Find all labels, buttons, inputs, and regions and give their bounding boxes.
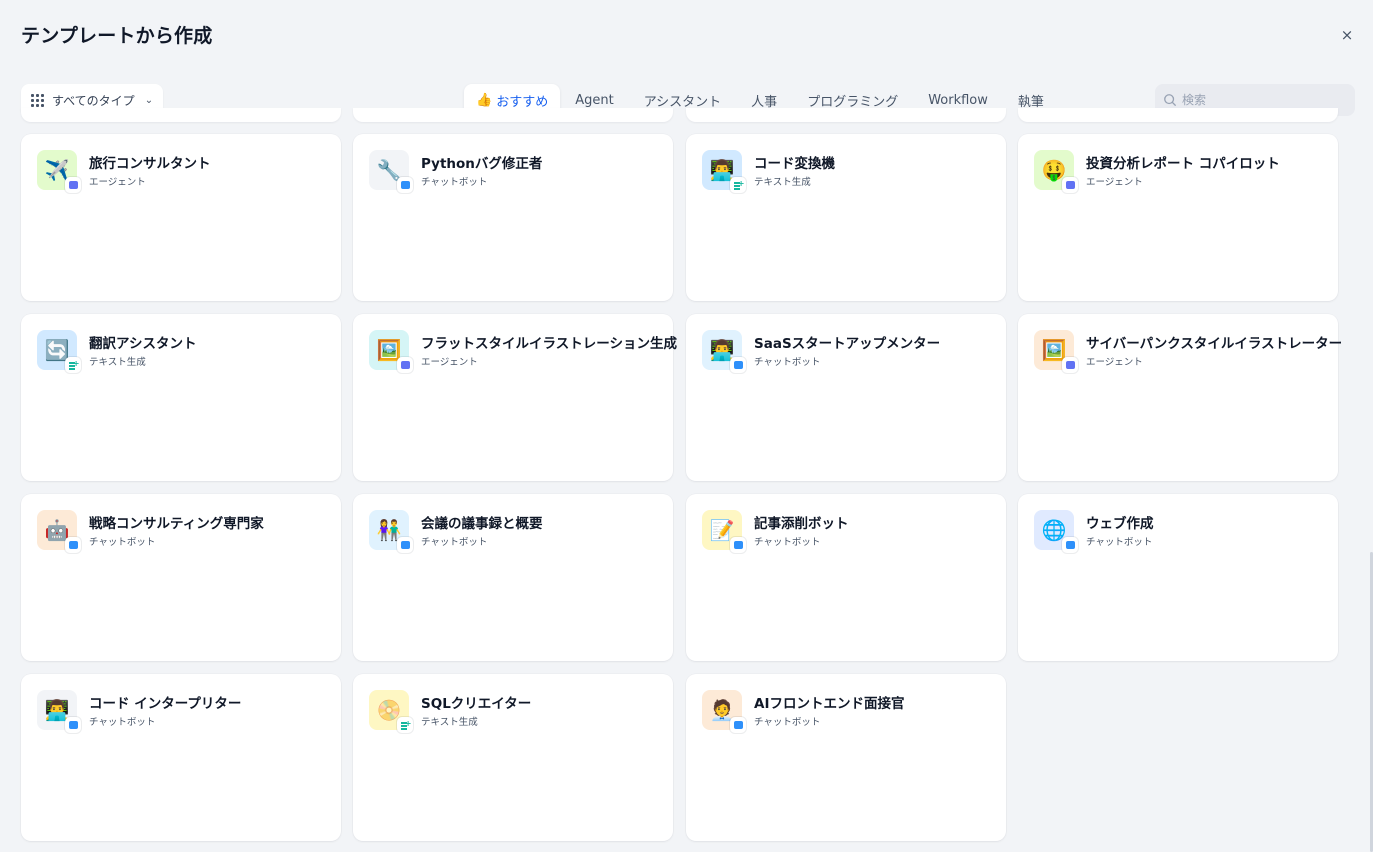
card-type-label: チャットボット (754, 357, 821, 368)
card-type-label: チャットボット (754, 537, 821, 548)
thumbs-up-icon: 👍 (476, 92, 493, 108)
card-type-label: テキスト生成 (421, 717, 478, 728)
type-filter-label: すべてのタイプ (52, 93, 135, 108)
tab-label: おすすめ (496, 94, 549, 110)
card-title: 旅行コンサルタント (89, 156, 211, 172)
chat-type-icon (1062, 537, 1078, 553)
card-type-label: チャットボット (89, 537, 156, 548)
template-card[interactable]: 👨‍💻コード変換機テキスト生成 (686, 134, 1006, 301)
card-title: 翻訳アシスタント (89, 336, 197, 352)
scrolled-cards-edge (0, 108, 1373, 122)
card-type-label: チャットボット (1086, 537, 1153, 548)
close-icon[interactable]: × (1336, 24, 1358, 46)
agent-type-icon (397, 357, 413, 373)
card-type-label: エージェント (1086, 177, 1143, 188)
template-card[interactable]: 🖼️ サイバーパンクスタイルイラストレーター エージェント (1018, 314, 1342, 481)
chevron-down-icon: ⌄ (144, 94, 154, 106)
template-card[interactable]: 🔄翻訳アシスタントテキスト生成 (21, 314, 341, 481)
text-type-icon (730, 177, 746, 193)
template-card[interactable]: 🧑‍💼 AIフロントエンド面接官 チャットボット (686, 674, 1006, 841)
chat-type-icon (730, 717, 746, 733)
card-partial (686, 108, 1006, 122)
card-title: ウェブ作成 (1086, 516, 1154, 532)
card-title: コード インタープリター (89, 696, 242, 712)
agent-type-icon (65, 177, 81, 193)
chat-type-icon (730, 357, 746, 373)
chat-type-icon (397, 177, 413, 193)
card-type-label: エージェント (421, 357, 478, 368)
chat-type-icon (397, 537, 413, 553)
template-card[interactable]: 👨‍💻 コード インタープリター チャットボット (21, 674, 341, 841)
card-title: 戦略コンサルティング専門家 (89, 516, 264, 532)
card-type-label: エージェント (1086, 357, 1143, 368)
card-title: SQLクリエイター (421, 696, 532, 712)
card-type-label: チャットボット (754, 717, 821, 728)
template-card[interactable]: 🖼️ フラットスタイルイラストレーション生成 エージェント (353, 314, 677, 481)
agent-type-icon (1062, 177, 1078, 193)
text-type-icon (397, 717, 413, 733)
card-title: サイバーパンクスタイルイラストレーター (1086, 336, 1343, 352)
template-card[interactable]: 📀SQLクリエイターテキスト生成 (353, 674, 673, 841)
card-title: SaaSスタートアップメンター (754, 336, 941, 352)
template-card[interactable]: 📝 記事添削ボット チャットボット (686, 494, 1006, 661)
card-type-label: チャットボット (421, 537, 488, 548)
card-title: AIフロントエンド面接官 (754, 696, 905, 712)
template-card[interactable]: 🌐 ウェブ作成 チャットボット (1018, 494, 1338, 661)
search-icon (1164, 94, 1176, 106)
card-type-label: チャットボット (89, 717, 156, 728)
card-type-label: チャットボット (421, 177, 488, 188)
page-title: テンプレートから作成 (21, 25, 213, 47)
agent-type-icon (1062, 357, 1078, 373)
card-type-label: エージェント (89, 177, 146, 188)
template-card[interactable]: ✈️ 旅行コンサルタント エージェント (21, 134, 341, 301)
card-title: 投資分析レポート コパイロット (1086, 156, 1280, 172)
card-title: Pythonバグ修正者 (421, 156, 543, 172)
card-type-label: テキスト生成 (754, 177, 811, 188)
template-card[interactable]: 🔧 Pythonバグ修正者 チャットボット (353, 134, 673, 301)
search-input[interactable] (1182, 93, 1342, 107)
template-card[interactable]: 👫 会議の議事録と概要 チャットボット (353, 494, 673, 661)
card-partial (353, 108, 673, 122)
card-title: 記事添削ボット (754, 516, 849, 532)
card-partial (21, 108, 341, 122)
chat-type-icon (65, 537, 81, 553)
card-title: 会議の議事録と概要 (421, 516, 543, 532)
grid-icon (31, 93, 44, 107)
text-type-icon (65, 357, 81, 373)
card-partial (1018, 108, 1338, 122)
chat-type-icon (65, 717, 81, 733)
card-title: フラットスタイルイラストレーション生成 (421, 336, 677, 352)
template-card[interactable]: 👨‍💻 SaaSスタートアップメンター チャットボット (686, 314, 1006, 481)
card-title: コード変換機 (754, 156, 835, 172)
template-card[interactable]: 🤖 戦略コンサルティング専門家 チャットボット (21, 494, 341, 661)
chat-type-icon (730, 537, 746, 553)
template-card[interactable]: 🤑 投資分析レポート コパイロット エージェント (1018, 134, 1338, 301)
card-type-label: テキスト生成 (89, 357, 146, 368)
